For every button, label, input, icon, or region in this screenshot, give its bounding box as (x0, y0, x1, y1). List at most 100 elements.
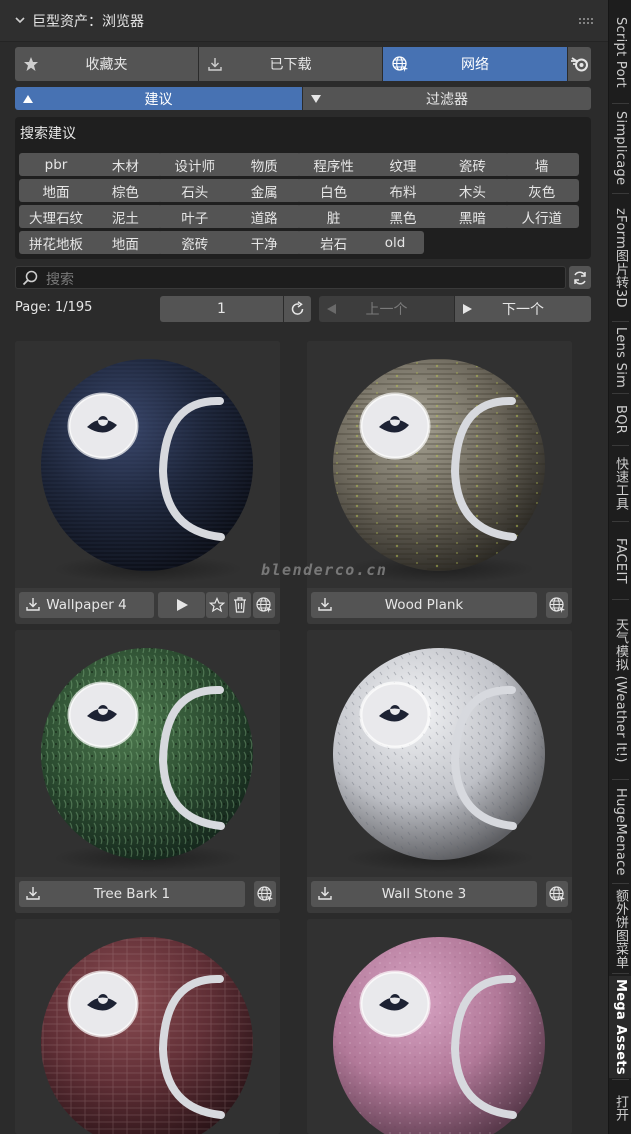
star-outline-button[interactable] (206, 592, 228, 618)
asset-card[interactable] (307, 919, 572, 1134)
play-icon (175, 598, 189, 612)
download-asset-button[interactable]: Wallpaper 4 (19, 592, 154, 618)
search-input[interactable]: 搜索 (46, 269, 74, 289)
globe-icon (255, 596, 273, 614)
blender-button[interactable] (568, 47, 591, 81)
suggestion-tag[interactable]: 黑色 (366, 205, 440, 228)
asset-thumbnail[interactable] (307, 341, 572, 588)
download-asset-button[interactable]: Wood Plank (311, 592, 537, 618)
sidebar-tab[interactable]: 额外饼图菜单 (609, 886, 631, 972)
download-asset-button[interactable]: Tree Bark 1 (19, 881, 245, 907)
panel-title: 巨型资产：浏览器 (32, 14, 144, 30)
go-to-page-button[interactable] (284, 296, 311, 322)
suggestion-tag[interactable]: 叶子 (157, 205, 232, 228)
sidebar-tab[interactable]: Lens Sim (609, 324, 631, 392)
refresh-search-button[interactable] (569, 266, 591, 289)
asset-thumbnail[interactable] (307, 630, 572, 877)
suggestion-tag[interactable]: pbr (19, 153, 93, 176)
previous-page-button[interactable]: 上一个 (319, 296, 454, 322)
next-page-button[interactable]: 下一个 (455, 296, 591, 322)
sidebar-tab[interactable]: 快速工具 (609, 448, 631, 520)
suggestion-tag[interactable]: 黑暗 (435, 205, 510, 228)
asset-thumbnail[interactable] (15, 630, 280, 877)
play-button[interactable] (158, 592, 205, 618)
suggestion-tag[interactable]: 地面 (88, 231, 163, 254)
suggestion-tag[interactable]: 纹理 (366, 153, 440, 176)
suggestion-tag[interactable]: old (366, 231, 424, 254)
page-number-field[interactable]: 1 (160, 296, 283, 322)
suggestions-tab[interactable]: 建议 (15, 87, 302, 110)
suggestion-tag[interactable]: 石头 (157, 179, 232, 202)
asset-name: Wall Stone 3 (381, 886, 467, 902)
open-online-button[interactable] (254, 881, 276, 907)
suggestion-tag[interactable]: 道路 (227, 205, 302, 228)
open-online-button[interactable] (546, 592, 568, 618)
suggestion-tag[interactable]: 布料 (366, 179, 440, 202)
suggestion-tag[interactable]: 瓷砖 (435, 153, 510, 176)
chevron-down-icon[interactable] (15, 15, 25, 25)
sidebar-tab[interactable]: Script Port (609, 2, 631, 102)
asset-card[interactable]: Wood Plank (307, 341, 572, 624)
download-icon (25, 885, 41, 905)
sidebar-tab[interactable]: 打开 (609, 1082, 631, 1134)
suggestion-tag[interactable]: 瓷砖 (157, 231, 232, 254)
open-online-button[interactable] (546, 881, 568, 907)
asset-card[interactable]: Wallpaper 4 (15, 341, 280, 624)
download-asset-button[interactable]: Wall Stone 3 (311, 881, 537, 907)
material-sphere-preview (333, 359, 545, 583)
filters-tab[interactable]: 过滤器 (303, 87, 591, 110)
suggestion-tag[interactable]: 人行道 (504, 205, 579, 228)
suggestion-tag[interactable]: 拼花地板 (19, 231, 93, 254)
tab-divider (612, 779, 629, 780)
suggestion-tag[interactable]: 木头 (435, 179, 510, 202)
suggestion-tag[interactable]: 泥土 (88, 205, 163, 228)
suggestion-tag[interactable]: 程序性 (296, 153, 371, 176)
asset-thumbnail[interactable] (307, 919, 572, 1134)
online-button[interactable]: 网络 (383, 47, 567, 81)
sidebar-tab[interactable]: 天气模拟 (Weather It!) (609, 602, 631, 778)
suggestion-tag[interactable]: 金属 (227, 179, 302, 202)
drag-handle-icon[interactable] (578, 17, 594, 25)
watermark-text: blenderco.cn (261, 561, 388, 579)
sidebar-tab[interactable]: HugeMenace (609, 782, 631, 882)
suggestion-tag[interactable]: 白色 (296, 179, 371, 202)
asset-card[interactable] (15, 919, 280, 1134)
favorites-button[interactable]: 收藏夹 (15, 47, 198, 81)
sidebar-tab[interactable]: FACEIT (609, 524, 631, 598)
tab-divider (612, 393, 629, 394)
suggestion-tag[interactable]: 岩石 (296, 231, 371, 254)
download-icon (317, 885, 333, 905)
suggestion-tag[interactable]: 地面 (19, 179, 93, 202)
sidebar-tab[interactable]: zForm图片转3D (609, 196, 631, 320)
suggestion-tag[interactable]: 干净 (227, 231, 302, 254)
asset-thumbnail[interactable] (15, 341, 280, 588)
suggestion-tag[interactable]: 物质 (227, 153, 302, 176)
tab-divider (612, 883, 629, 884)
asset-card[interactable]: Tree Bark 1 (15, 630, 280, 913)
asset-name: Tree Bark 1 (93, 886, 171, 902)
suggestion-tag[interactable]: 大理石纹 (19, 205, 93, 228)
asset-card[interactable]: Wall Stone 3 (307, 630, 572, 913)
downloaded-button[interactable]: 已下载 (199, 47, 382, 81)
suggestion-tag[interactable]: 棕色 (88, 179, 163, 202)
search-icon (22, 270, 38, 290)
sidebar-tab[interactable]: Simplicage (609, 104, 631, 192)
sidebar-tab[interactable]: BQR (609, 396, 631, 444)
open-online-button[interactable] (253, 592, 275, 618)
suggestions-title: 搜索建议 (20, 126, 76, 142)
favorites-label: 收藏夹 (85, 57, 128, 73)
asset-thumbnail[interactable] (15, 919, 280, 1134)
panel-header[interactable]: 巨型资产：浏览器 (0, 0, 608, 42)
suggestion-tag[interactable]: 设计师 (157, 153, 232, 176)
sidebar-tab-strip: Script Port Simplicage zForm图片转3D Lens Sim B… (608, 0, 631, 1134)
suggestion-tag[interactable]: 脏 (296, 205, 371, 228)
trash-button[interactable] (229, 592, 251, 618)
suggestion-tag[interactable]: 木材 (88, 153, 163, 176)
sidebar-tab[interactable]: Mega Assets (609, 976, 631, 1078)
suggestion-tag[interactable]: 灰色 (504, 179, 579, 202)
search-field[interactable]: 搜索 (15, 266, 566, 289)
globe-icon (391, 55, 409, 73)
previous-page-label: 上一个 (365, 302, 408, 318)
suggestion-tag[interactable]: 墙 (504, 153, 579, 176)
star-icon (23, 56, 39, 72)
